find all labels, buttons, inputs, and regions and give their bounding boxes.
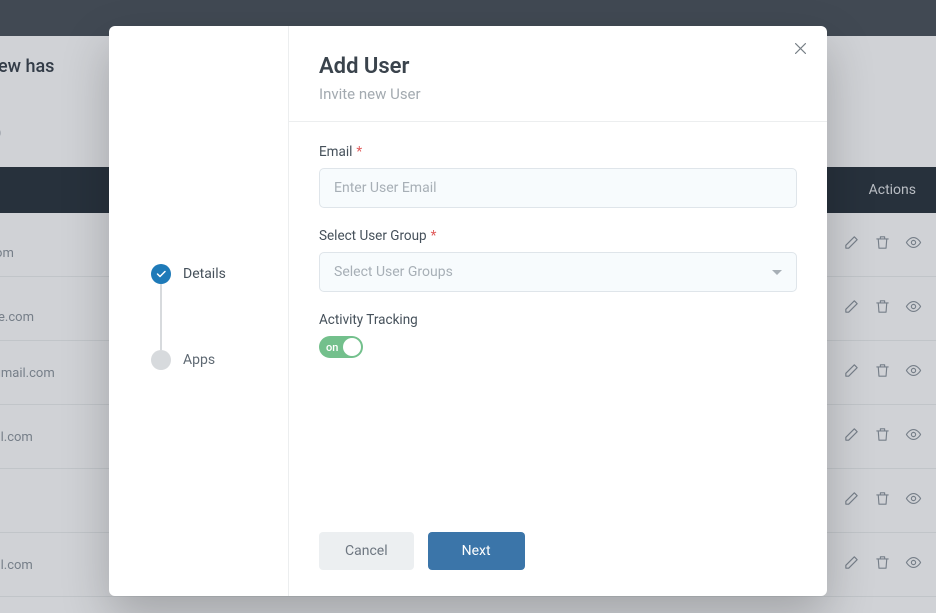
- chevron-down-icon: [772, 270, 782, 275]
- next-button[interactable]: Next: [428, 532, 525, 570]
- step-connector: [160, 284, 162, 350]
- wizard-step-details[interactable]: Details: [109, 264, 288, 284]
- modal-header: Add User Invite new User: [289, 26, 827, 122]
- field-email: Email *: [319, 144, 797, 208]
- toggle-state-text: on: [326, 341, 338, 354]
- toggle-knob: [343, 338, 361, 356]
- user-group-select[interactable]: Select User Groups: [319, 252, 797, 292]
- step-indicator-active: [151, 264, 171, 284]
- field-label: Select User Group *: [319, 228, 797, 244]
- modal-title: Add User: [319, 54, 797, 79]
- add-user-modal: Details Apps Add User Invite new User Em…: [109, 26, 827, 596]
- modal-subtitle: Invite new User: [319, 85, 797, 103]
- email-input[interactable]: [319, 168, 797, 208]
- field-label: Email *: [319, 144, 797, 160]
- modal-body: Email * Select User Group * Select User …: [289, 122, 827, 516]
- activity-tracking-toggle[interactable]: on: [319, 336, 363, 358]
- label-text: Email: [319, 144, 352, 160]
- step-label: Details: [183, 266, 226, 282]
- field-activity-tracking: Activity Tracking on: [319, 312, 797, 358]
- step-indicator-pending: [151, 350, 171, 370]
- modal-content: Add User Invite new User Email * Select …: [289, 26, 827, 596]
- field-label: Activity Tracking: [319, 312, 797, 328]
- field-user-group: Select User Group * Select User Groups: [319, 228, 797, 292]
- close-button[interactable]: [792, 40, 809, 61]
- cancel-button[interactable]: Cancel: [319, 532, 414, 570]
- modal-overlay: Details Apps Add User Invite new User Em…: [0, 0, 936, 613]
- required-marker: *: [431, 228, 437, 244]
- close-icon: [792, 42, 809, 61]
- select-placeholder: Select User Groups: [334, 264, 453, 280]
- required-marker: *: [356, 144, 362, 160]
- step-label: Apps: [183, 352, 215, 368]
- check-icon: [155, 268, 167, 280]
- label-text: Select User Group: [319, 228, 427, 244]
- label-text: Activity Tracking: [319, 312, 418, 328]
- wizard-steps: Details Apps: [109, 26, 289, 596]
- wizard-step-apps[interactable]: Apps: [109, 350, 288, 370]
- modal-footer: Cancel Next: [289, 516, 827, 596]
